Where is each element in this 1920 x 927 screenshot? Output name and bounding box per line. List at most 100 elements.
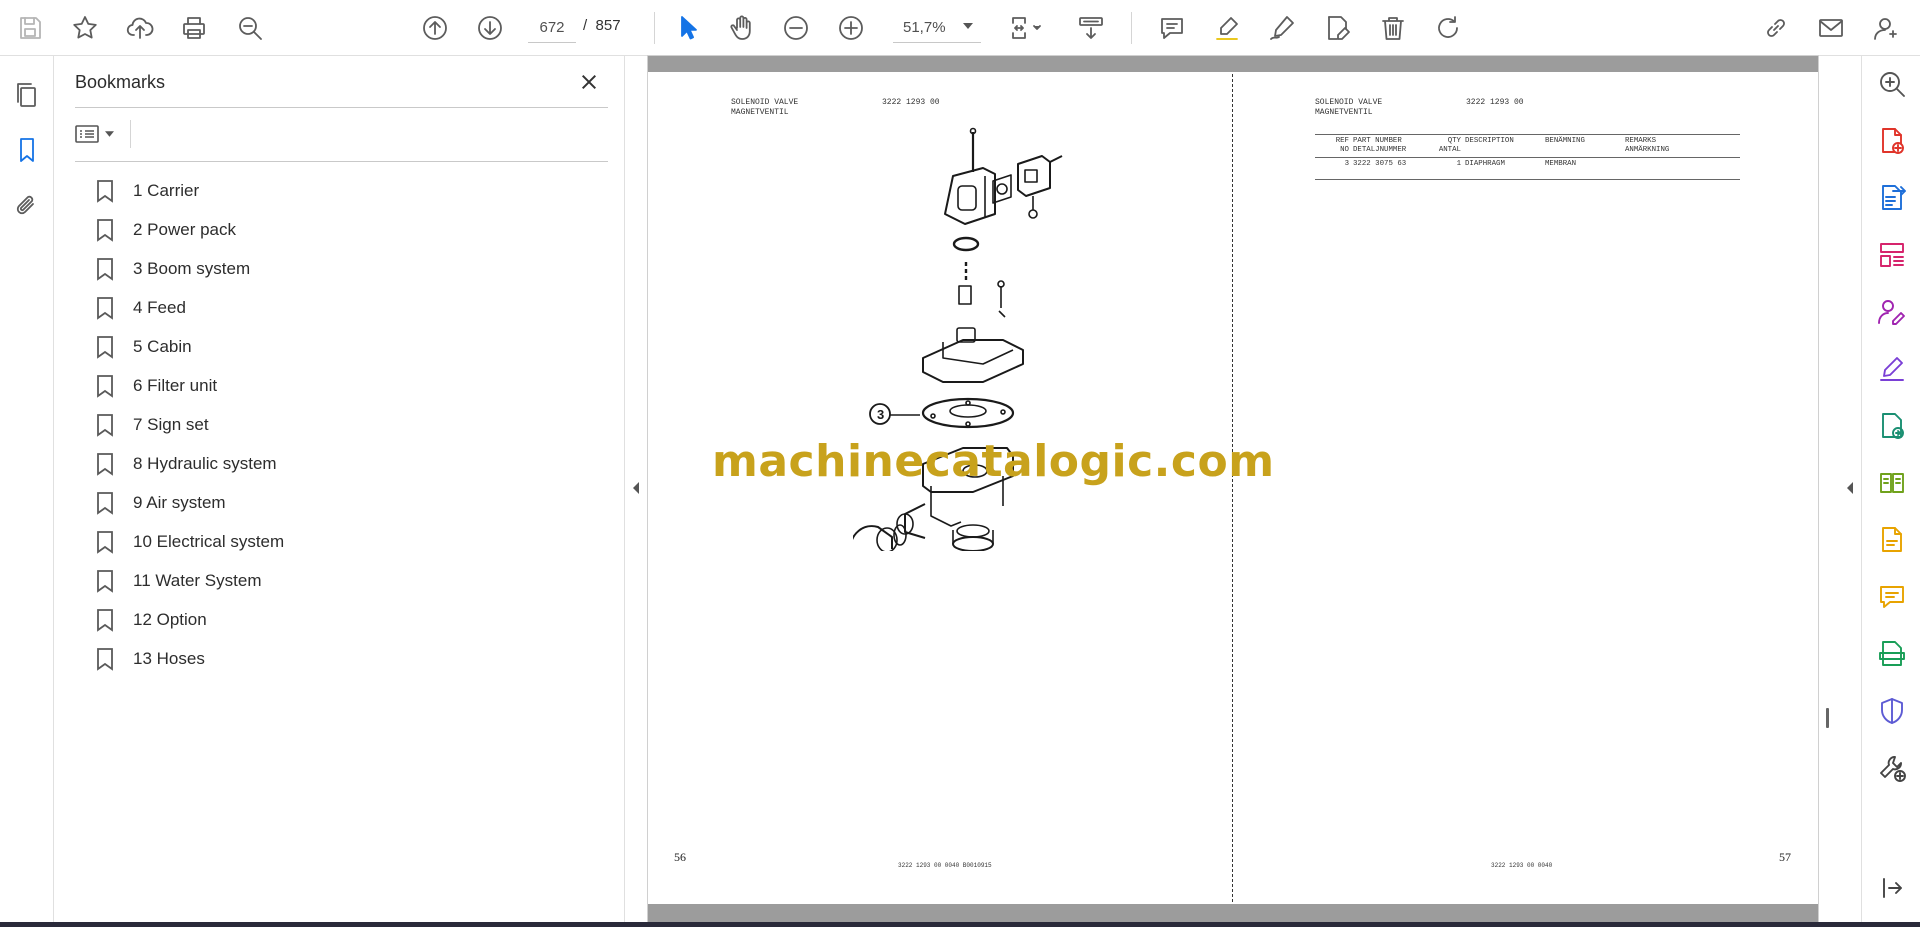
expand-right-panel-icon[interactable]	[1844, 480, 1856, 496]
organize-pages-icon[interactable]	[1874, 237, 1910, 273]
bookmark-item[interactable]: 4 Feed	[95, 288, 595, 327]
exploded-parts-drawing: 3	[853, 127, 1063, 551]
compare-files-icon[interactable]	[1874, 465, 1910, 501]
attachments-icon[interactable]	[9, 188, 45, 224]
delete-icon[interactable]	[1375, 10, 1411, 46]
bookmark-label: 2 Power pack	[133, 219, 236, 239]
comment-tool-icon[interactable]	[1874, 579, 1910, 615]
page-spread: SOLENOID VALVE MAGNETVENTIL 3222 1293 00	[648, 56, 1818, 922]
cell-ref: 3	[1344, 160, 1349, 168]
star-icon[interactable]	[67, 10, 103, 46]
zoom-level-select[interactable]: 51,7%	[893, 13, 981, 43]
bookmark-label: 11 Water System	[133, 570, 262, 590]
chevron-down-icon	[963, 23, 973, 29]
bookmark-item[interactable]: 9 Air system	[95, 483, 595, 522]
bookmark-icon	[95, 179, 119, 203]
prev-page-icon[interactable]	[417, 10, 453, 46]
chevron-down-icon	[105, 131, 114, 137]
col-header-remarks-sv: ANMÄRKNING	[1625, 146, 1670, 154]
divider	[130, 120, 131, 148]
bookmark-icon	[95, 647, 119, 671]
bookmark-item[interactable]: 6 Filter unit	[95, 366, 595, 405]
find-icon[interactable]	[232, 10, 268, 46]
main-toolbar: / 857 51,7%	[0, 0, 1920, 56]
left-page-footer: 3222 1293 00 0040 B0010915	[898, 862, 992, 869]
save-icon[interactable]	[12, 10, 48, 46]
search-zoom-icon[interactable]	[1874, 66, 1910, 102]
table-header-row: REF PART NUMBER QTY DESCRIPTION BENÄMNIN…	[1315, 137, 1740, 146]
export-pdf-icon[interactable]	[1874, 180, 1910, 216]
zoom-out-icon[interactable]	[778, 10, 814, 46]
right-page-code: 3222 1293 00	[1466, 98, 1524, 107]
rotate-icon[interactable]	[1430, 10, 1466, 46]
panel-title: Bookmarks	[75, 72, 166, 92]
bookmark-icon	[95, 608, 119, 632]
expand-panel-icon[interactable]	[1874, 870, 1910, 906]
table-header-row-2: NO DETALJNUMMER ANTAL ANMÄRKNING	[1315, 146, 1740, 155]
bookmark-label: 1 Carrier	[133, 180, 200, 200]
bookmark-item[interactable]: 1 Carrier	[95, 171, 595, 210]
left-page-title: SOLENOID VALVE MAGNETVENTIL	[731, 98, 799, 117]
cell-benamning: MEMBRAN	[1545, 160, 1577, 168]
hand-tool-icon[interactable]	[724, 10, 760, 46]
page-gap	[648, 904, 1818, 922]
create-pdf-icon[interactable]	[1874, 123, 1910, 159]
col-header-ref-sv: NO	[1340, 146, 1349, 154]
bookmark-item[interactable]: 5 Cabin	[95, 327, 595, 366]
next-page-icon[interactable]	[472, 10, 508, 46]
comment-icon[interactable]	[1154, 10, 1190, 46]
email-icon[interactable]	[1813, 10, 1849, 46]
close-icon[interactable]	[575, 68, 603, 96]
col-header-part-sv: DETALJNUMMER	[1353, 146, 1407, 154]
bookmark-label: 5 Cabin	[133, 336, 192, 356]
draw-icon[interactable]	[1264, 10, 1300, 46]
bookmark-icon	[95, 491, 119, 515]
request-signature-icon[interactable]	[1874, 294, 1910, 330]
collapse-left-panel-icon[interactable]	[630, 480, 642, 496]
cell-qty: 1	[1456, 160, 1461, 168]
page-number-input[interactable]	[528, 13, 576, 43]
bookmark-item[interactable]: 13 Hoses	[95, 639, 595, 678]
bookmark-item[interactable]: 12 Option	[95, 600, 595, 639]
send-review-icon[interactable]	[1874, 408, 1910, 444]
tools-rail	[1861, 56, 1920, 922]
bookmarks-icon[interactable]	[9, 132, 45, 168]
scan-ocr-icon[interactable]	[1874, 636, 1910, 672]
fit-page-icon[interactable]	[1004, 10, 1052, 46]
vertical-scrollbar-thumb[interactable]	[1826, 708, 1829, 728]
protect-icon[interactable]	[1874, 693, 1910, 729]
export-doc-icon[interactable]	[1874, 522, 1910, 558]
table-rule	[1315, 157, 1740, 158]
left-navigation-rail	[0, 56, 54, 922]
fill-sign-icon[interactable]	[1874, 351, 1910, 387]
bookmark-item[interactable]: 10 Electrical system	[95, 522, 595, 561]
select-cursor-icon[interactable]	[670, 10, 706, 46]
bookmark-icon	[95, 257, 119, 281]
zoom-in-icon[interactable]	[833, 10, 869, 46]
bookmark-item[interactable]: 2 Power pack	[95, 210, 595, 249]
list-options-icon	[75, 125, 99, 143]
bookmarks-panel: Bookmarks 1 Carrier 2 Power pack 3 Boom sy…	[55, 56, 625, 922]
bookmark-item[interactable]: 7 Sign set	[95, 405, 595, 444]
account-icon[interactable]	[1868, 10, 1904, 46]
bookmark-icon	[95, 296, 119, 320]
col-header-ref: REF	[1335, 137, 1349, 145]
bookmark-item[interactable]: 3 Boom system	[95, 249, 595, 288]
bookmark-item[interactable]: 8 Hydraulic system	[95, 444, 595, 483]
page-gap	[648, 56, 1818, 72]
page-thumbnails-icon[interactable]	[9, 76, 45, 112]
more-tools-icon[interactable]	[1874, 750, 1910, 786]
right-page-footer: 3222 1293 00 0040	[1491, 862, 1553, 869]
bookmark-options-button[interactable]	[75, 118, 121, 150]
scroll-mode-icon[interactable]	[1073, 10, 1109, 46]
print-icon[interactable]	[176, 10, 212, 46]
bookmark-label: 12 Option	[133, 609, 207, 629]
upload-cloud-icon[interactable]	[122, 10, 158, 46]
highlight-icon[interactable]	[1209, 10, 1245, 46]
spread-fold-line	[1232, 74, 1233, 902]
table-row: 3 3222 3075 63 1 DIAPHRAGM MEMBRAN	[1315, 160, 1740, 169]
edit-text-icon[interactable]	[1319, 10, 1355, 46]
bookmark-item[interactable]: 11 Water System	[95, 561, 595, 600]
share-link-icon[interactable]	[1758, 10, 1794, 46]
bookmark-icon	[95, 218, 119, 242]
